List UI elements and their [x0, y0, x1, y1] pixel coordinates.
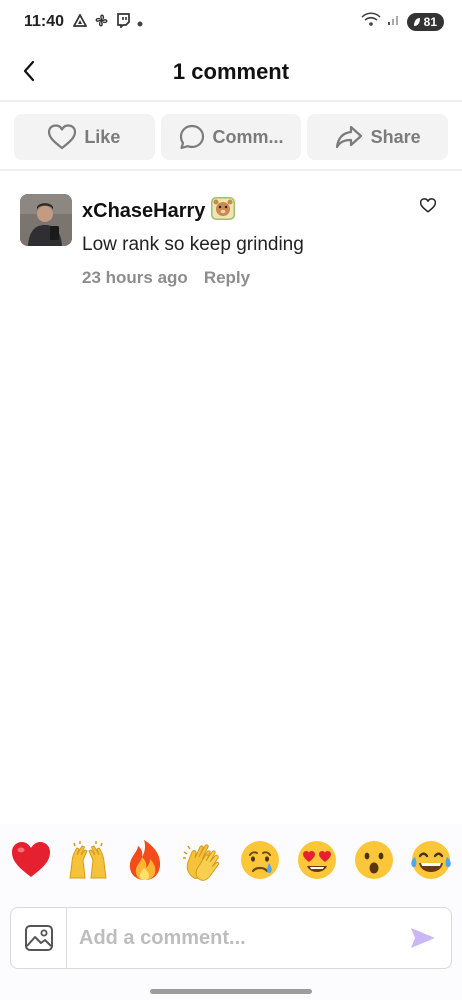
emoji-tears-of-joy-face[interactable]: [407, 836, 455, 884]
comment-button-label: Comm...: [212, 126, 284, 147]
emoji-reaction-bar: [0, 824, 462, 896]
status-bar: 11:40 81: [0, 0, 462, 44]
pinwheel-icon: [94, 13, 109, 31]
like-button[interactable]: Like: [14, 114, 155, 160]
image-icon: [24, 925, 53, 951]
badge-icon: [209, 194, 237, 228]
header: 1 comment: [0, 44, 462, 102]
back-button[interactable]: [14, 56, 44, 86]
avatar[interactable]: [20, 194, 72, 246]
composer-area: [0, 896, 462, 1000]
home-indicator[interactable]: [150, 989, 312, 994]
notification-dot-icon: [137, 15, 143, 30]
send-button[interactable]: [395, 907, 451, 969]
status-notification-icons: [72, 13, 143, 31]
divider: [0, 169, 462, 171]
battery-indicator: 81: [406, 13, 444, 31]
chevron-left-icon: [23, 60, 35, 82]
wifi-icon: [361, 12, 381, 32]
user-photo: [20, 194, 72, 246]
heart-icon: [48, 124, 77, 150]
like-comment-button[interactable]: [419, 198, 440, 218]
status-right: 81: [361, 12, 444, 32]
action-bar: Like Comm... Share: [14, 114, 449, 160]
page-title: 1 comment: [172, 59, 290, 84]
send-icon: [411, 928, 435, 948]
signal-icon: [387, 13, 401, 31]
share-icon: [335, 125, 362, 149]
heart-icon: [419, 198, 437, 213]
app-notification-icon: [72, 13, 88, 30]
emoji-surprised-face[interactable]: [350, 836, 398, 884]
twitch-icon: [116, 13, 130, 31]
share-button-label: Share: [370, 126, 421, 147]
status-time: 11:40: [24, 13, 65, 30]
like-button-label: Like: [84, 126, 121, 147]
comment-input[interactable]: [67, 926, 395, 950]
comment-meta: 23 hours ago Reply: [82, 268, 412, 288]
emoji-red-heart[interactable]: [7, 836, 55, 884]
comment-username-row: xChaseHarry: [82, 194, 412, 228]
reply-button[interactable]: Reply: [204, 268, 250, 288]
emoji-raising-hands[interactable]: [64, 836, 112, 884]
comment-icon: [179, 124, 204, 150]
comment-button[interactable]: Comm...: [160, 114, 302, 160]
battery-saver-icon: [413, 18, 420, 26]
emoji-heart-eyes-face[interactable]: [293, 836, 341, 884]
comment-composer: [10, 907, 452, 969]
share-button[interactable]: Share: [307, 114, 449, 160]
attach-image-button[interactable]: [11, 907, 67, 969]
comment-username[interactable]: xChaseHarry: [82, 200, 205, 223]
battery-level: 81: [423, 15, 437, 29]
comment-timestamp: 23 hours ago: [82, 268, 188, 287]
emoji-fire[interactable]: [121, 836, 169, 884]
comment-body: xChaseHarry Low rank so keep grinding 23…: [82, 194, 412, 288]
emoji-clapping-hands[interactable]: [178, 836, 226, 884]
comment-text: Low rank so keep grinding: [82, 234, 304, 255]
emoji-crying-face[interactable]: [236, 836, 284, 884]
